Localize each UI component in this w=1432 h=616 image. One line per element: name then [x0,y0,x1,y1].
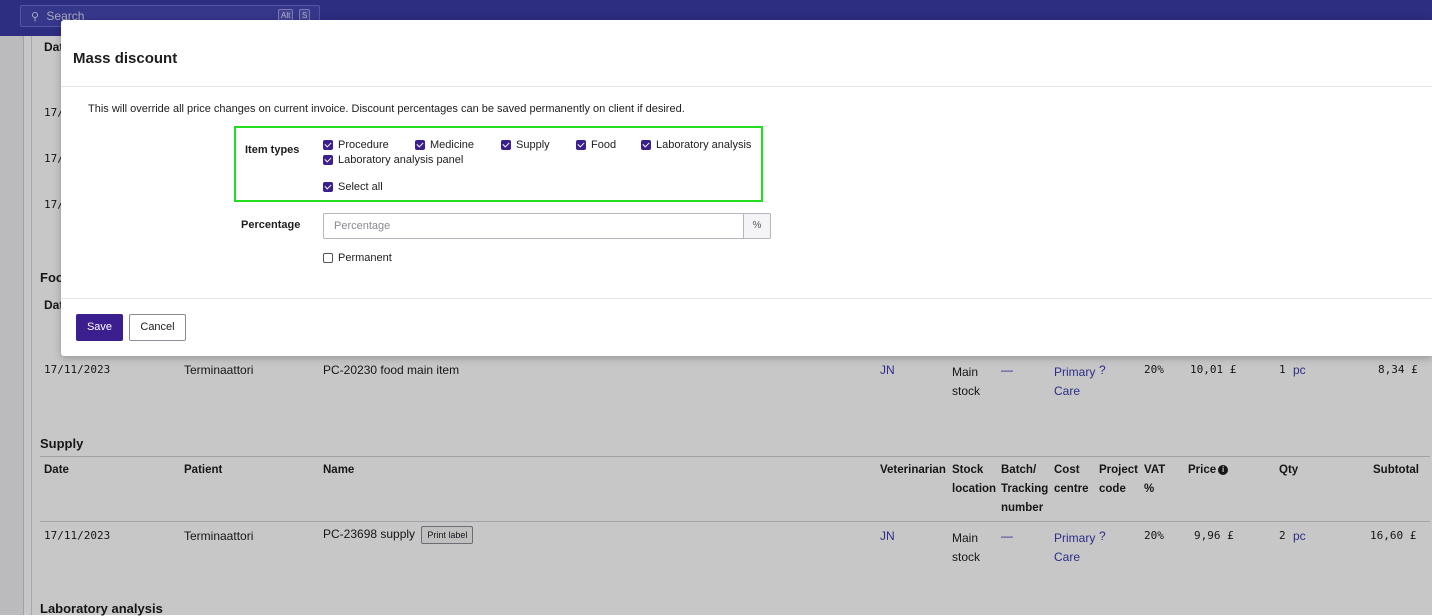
checkbox-unchecked-icon[interactable] [323,253,333,263]
item-types-highlight [234,126,763,202]
percentage-label: Percentage [241,219,301,231]
checkbox-label: Select all [338,181,383,193]
checkbox-label: Procedure [338,139,389,151]
checkbox-supply[interactable]: Supply [501,139,550,151]
checkbox-label: Food [591,139,617,151]
checkbox-checked-icon[interactable] [415,140,425,150]
checkbox-checked-icon[interactable] [323,140,333,150]
checkbox-checked-icon[interactable] [501,140,511,150]
mass-discount-dialog: Mass discount This will override all pri… [61,20,1432,356]
percent-addon: % [743,213,771,239]
checkbox-checked-icon[interactable] [576,140,586,150]
percentage-input[interactable] [323,213,744,239]
checkbox-laboratory-analysis[interactable]: Laboratory analysis [641,139,751,151]
save-button[interactable]: Save [76,314,123,341]
checkbox-label: Laboratory analysis [656,139,752,151]
checkbox-laboratory-analysis-panel[interactable]: Laboratory analysis panel [323,154,463,166]
checkbox-label: Permanent [338,252,392,264]
dialog-title: Mass discount [73,50,178,67]
checkbox-procedure[interactable]: Procedure [323,139,389,151]
checkbox-select-all[interactable]: Select all [323,181,383,193]
checkbox-medicine[interactable]: Medicine [415,139,474,151]
dialog-description: This will override all price changes on … [88,103,685,115]
checkbox-checked-icon[interactable] [323,155,333,165]
checkbox-checked-icon[interactable] [641,140,651,150]
divider [61,86,1432,87]
checkbox-label: Medicine [430,139,475,151]
checkbox-checked-icon[interactable] [323,182,333,192]
checkbox-label: Laboratory analysis panel [338,154,464,166]
checkbox-permanent[interactable]: Permanent [323,252,392,264]
divider [61,298,1432,299]
item-types-label: Item types [245,144,300,156]
checkbox-label: Supply [516,139,550,151]
cancel-button[interactable]: Cancel [129,314,186,341]
checkbox-food[interactable]: Food [576,139,616,151]
